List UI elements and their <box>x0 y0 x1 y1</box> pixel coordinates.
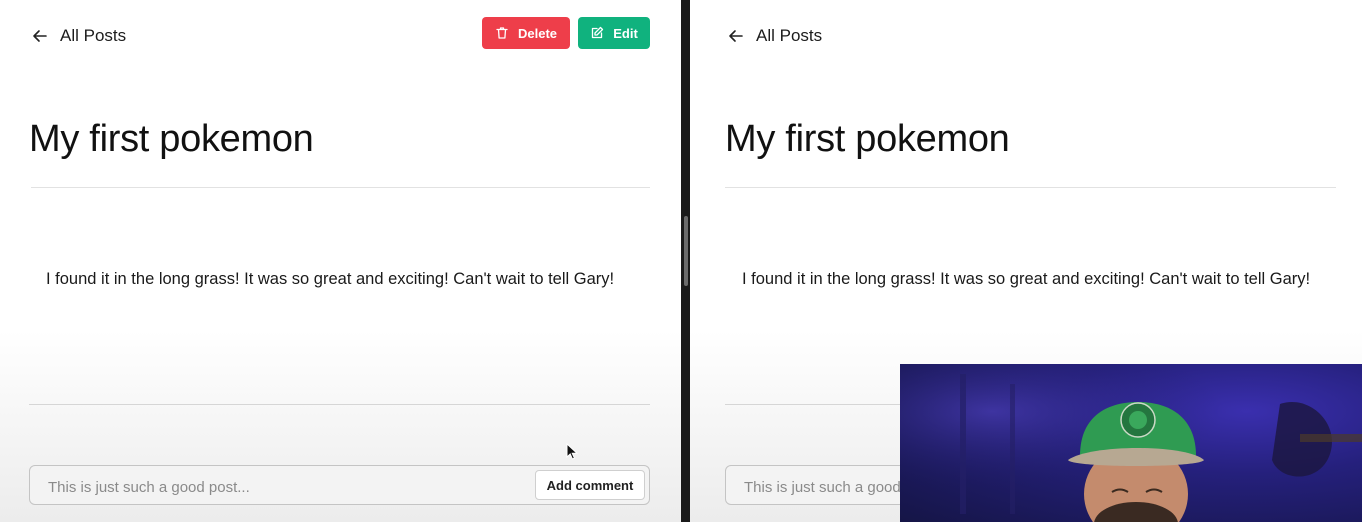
arrow-left-icon <box>729 30 743 42</box>
comment-form: Add comment <box>29 465 650 505</box>
add-comment-button[interactable]: Add comment <box>535 470 645 500</box>
arrow-left-icon <box>33 30 47 42</box>
post-view-left: All Posts Delete Edit My first pokemon I… <box>0 0 681 522</box>
pencil-square-icon <box>592 26 604 39</box>
title-divider <box>725 187 1336 188</box>
edit-button-label: Edit <box>613 25 638 41</box>
webcam-overlay <box>900 364 1362 522</box>
post-body: I found it in the long grass! It was so … <box>742 270 1311 288</box>
post-title: My first pokemon <box>725 118 1010 160</box>
post-body: I found it in the long grass! It was so … <box>46 270 615 288</box>
presenter-video <box>900 364 1362 522</box>
comment-input[interactable] <box>46 475 520 499</box>
divider-drag-handle[interactable] <box>684 216 688 286</box>
back-to-all-posts-link[interactable]: All Posts <box>31 26 126 46</box>
title-divider <box>31 187 650 188</box>
delete-button[interactable]: Delete <box>482 17 570 49</box>
split-view-divider[interactable] <box>681 0 690 522</box>
post-title: My first pokemon <box>29 118 314 160</box>
trash-icon <box>496 27 508 39</box>
back-link-label: All Posts <box>60 26 127 45</box>
delete-button-label: Delete <box>517 25 558 41</box>
edit-button[interactable]: Edit <box>578 17 650 49</box>
mouse-pointer-icon <box>566 443 578 460</box>
body-divider <box>29 404 650 405</box>
back-link-label: All Posts <box>756 26 823 45</box>
back-to-all-posts-link[interactable]: All Posts <box>727 26 822 46</box>
